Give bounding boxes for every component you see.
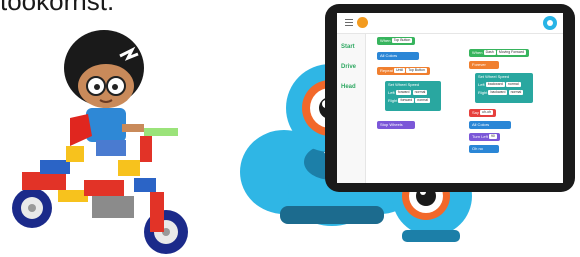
repeat-forever-block[interactable]: Forever xyxy=(469,61,499,69)
when-block[interactable]: When Top Button xyxy=(377,37,416,45)
repeat-block[interactable]: Repeat Until Top Button xyxy=(377,67,430,75)
tablet-screen: Start Drive Head When Top Button All Col… xyxy=(337,13,563,183)
all-colors-block[interactable]: All Colors xyxy=(377,52,419,60)
app-topbar xyxy=(337,13,563,34)
block-category-sidebar: Start Drive Head xyxy=(337,34,366,183)
kid-character xyxy=(64,30,144,156)
set-wheel-speed-block[interactable]: Set Wheel Speed Left forward normal Righ… xyxy=(385,81,441,111)
set-wheel-speed-block-2[interactable]: Set Wheel Speed Left backward normal Rig… xyxy=(475,73,533,103)
say-block[interactable]: Say uh-oh xyxy=(469,109,496,117)
app-logo-icon xyxy=(357,17,368,28)
sidebar-item-start[interactable]: Start xyxy=(341,44,355,50)
stop-wheels-block[interactable]: Stop Wheels xyxy=(377,121,415,129)
when-moving-block[interactable]: When Dash Moving Forward xyxy=(469,49,529,57)
oh-no-block[interactable]: Oh no xyxy=(469,145,499,153)
turn-left-block[interactable]: Turn Left 90 xyxy=(469,133,500,141)
all-colors-block-2[interactable]: All Colors xyxy=(469,121,511,129)
robot-avatar-icon[interactable] xyxy=(543,16,557,30)
tablet-device: Start Drive Head When Top Button All Col… xyxy=(325,4,575,192)
sidebar-item-head[interactable]: Head xyxy=(341,84,356,90)
when-arg[interactable]: Top Button xyxy=(391,38,413,44)
sidebar-item-drive[interactable]: Drive xyxy=(341,64,356,70)
menu-icon[interactable] xyxy=(345,19,353,27)
